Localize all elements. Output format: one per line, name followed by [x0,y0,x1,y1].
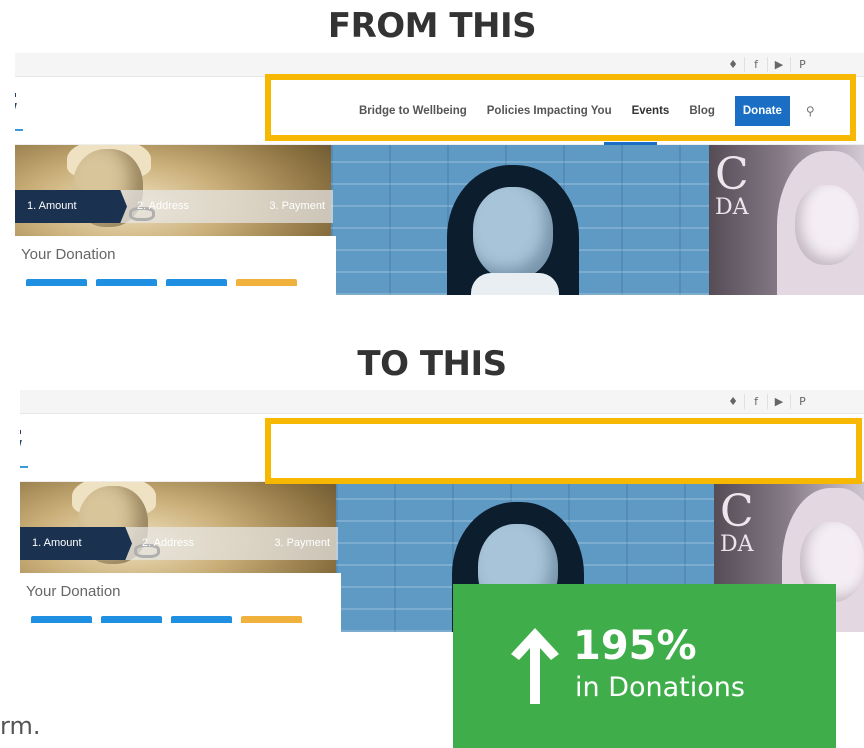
youtube-icon[interactable]: ▶ [768,394,791,409]
amount-other-button[interactable] [241,616,302,623]
after-heading: TO THIS [357,344,507,384]
stat-value: 195% [573,623,697,669]
facebook-icon[interactable]: f [745,394,768,409]
step-amount[interactable]: 1. Amount [27,190,77,223]
step-payment[interactable]: 3. Payment [274,527,330,560]
hero-banner: C DA 1. Amount 2. Address 3. Payment Your… [15,145,864,295]
social-links: ♦ f ▶ P [722,394,814,409]
donation-steps: 1. Amount 2. Address 3. Payment [20,527,338,560]
amount-option-button[interactable] [96,279,157,286]
hero-photo-woman [331,145,709,295]
highlight-box-before [265,74,856,141]
amount-option-button[interactable] [26,279,87,286]
highlight-box-after [265,418,862,484]
amount-option-button[interactable] [171,616,232,623]
amount-other-button[interactable] [236,279,297,286]
twitter-icon[interactable]: ♦ [722,57,745,72]
stat-label: in Donations [575,672,745,703]
step-payment[interactable]: 3. Payment [269,190,325,223]
pinterest-icon[interactable]: P [791,394,814,409]
donation-form: Your Donation [15,236,336,295]
site-logo[interactable] [20,426,28,470]
form-title: Your Donation [26,583,121,600]
form-title: Your Donation [21,246,116,263]
arrow-up-icon [511,628,559,704]
donation-steps: 1. Amount 2. Address 3. Payment [15,190,333,223]
donation-form: Your Donation [20,573,341,632]
amount-option-button[interactable] [101,616,162,623]
step-amount[interactable]: 1. Amount [32,527,82,560]
hero-photo-blonde: C DA [709,145,864,295]
top-bar: ♦ f ▶ P [20,390,864,414]
amount-option-button[interactable] [166,279,227,286]
caption-fragment: rm. [0,712,41,740]
social-links: ♦ f ▶ P [722,57,814,72]
site-logo[interactable] [15,89,23,133]
stat-callout: 195% in Donations [453,584,836,748]
step-address[interactable]: 2. Address [142,527,194,560]
before-heading: FROM THIS [327,6,537,46]
youtube-icon[interactable]: ▶ [768,57,791,72]
twitter-icon[interactable]: ♦ [722,394,745,409]
step-address[interactable]: 2. Address [137,190,189,223]
amount-option-button[interactable] [31,616,92,623]
pinterest-icon[interactable]: P [791,57,814,72]
facebook-icon[interactable]: f [745,57,768,72]
